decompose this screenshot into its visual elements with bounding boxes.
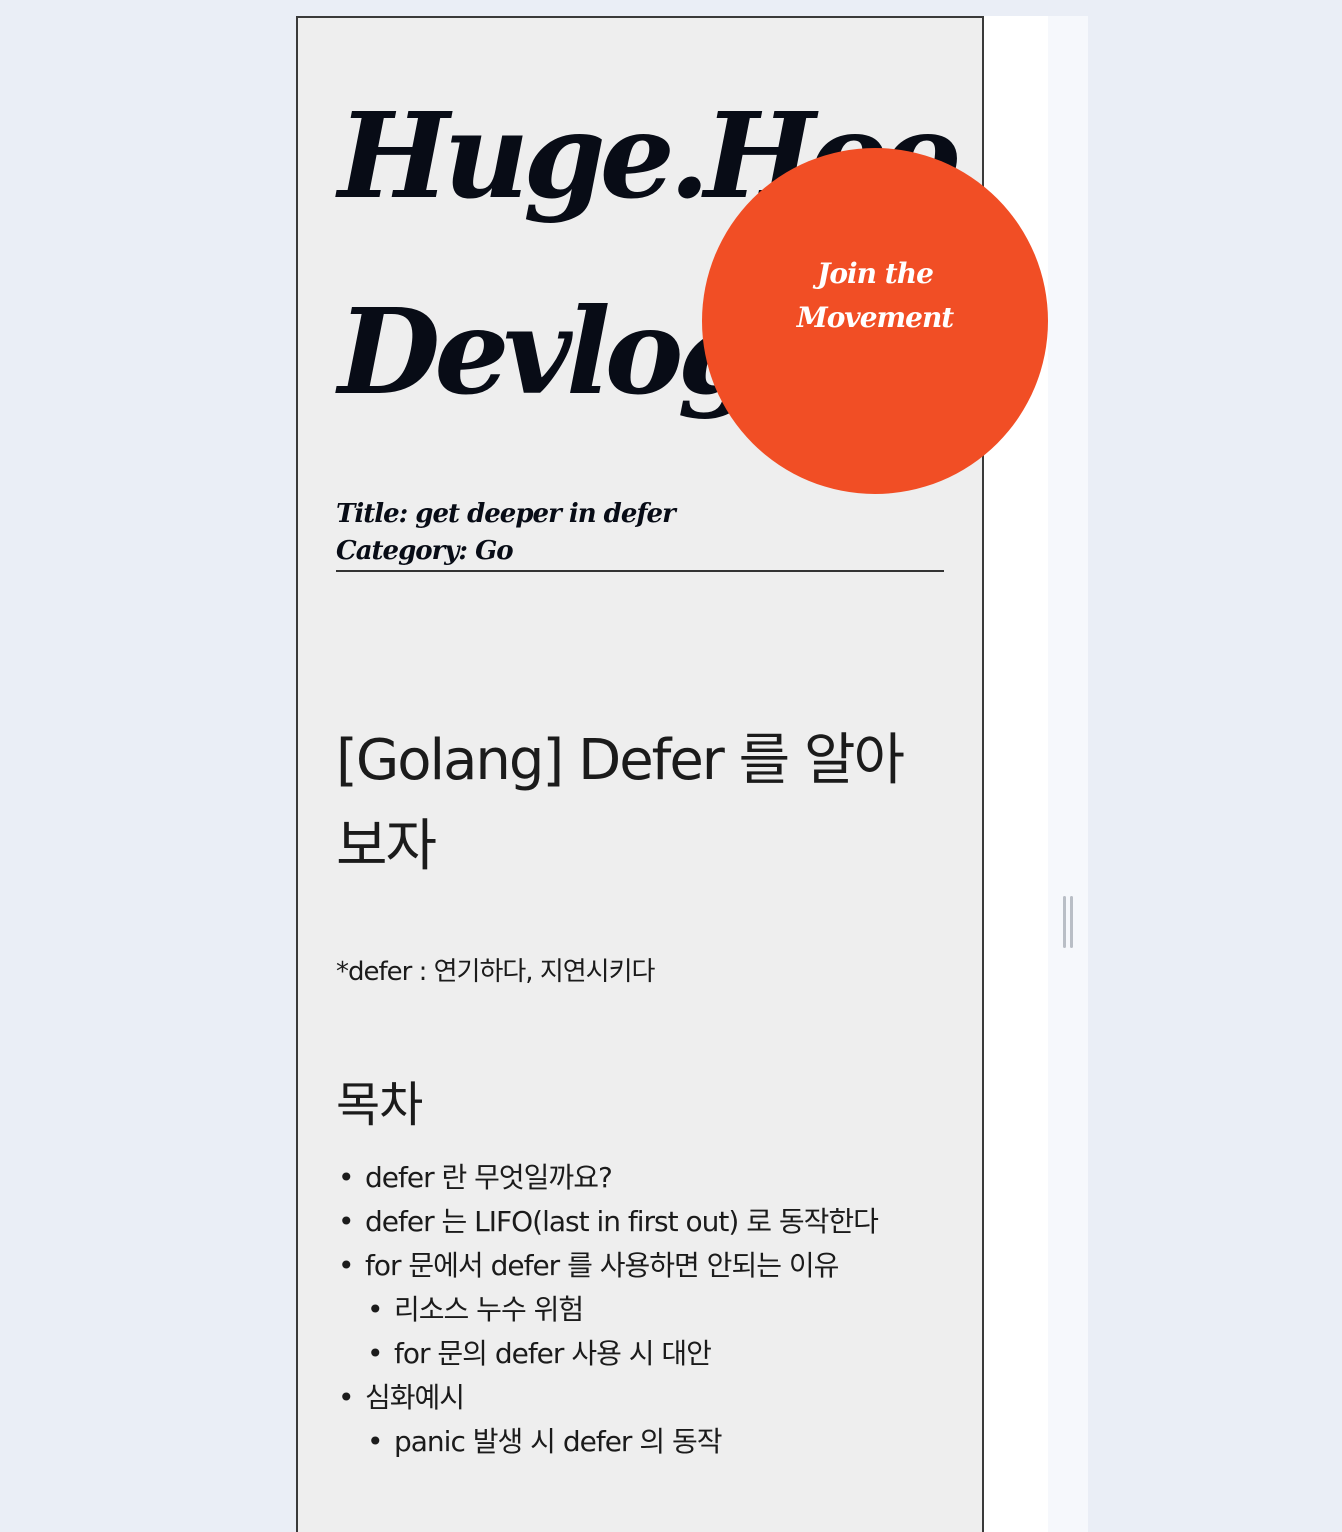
article-heading: [Golang] Defer 를 알아보자 bbox=[336, 728, 905, 879]
table-of-contents: defer 란 무엇일까요? defer 는 LIFO(last in firs… bbox=[336, 1156, 946, 1464]
browser-viewport: Huge.Hoo Devlog Title: get deeper in def… bbox=[0, 0, 1342, 1532]
toc-subitem[interactable]: panic 발생 시 defer 의 동작 bbox=[365, 1420, 946, 1464]
toc-item[interactable]: 심화예시 bbox=[336, 1376, 946, 1420]
join-movement-button[interactable]: Join the Movement bbox=[702, 148, 1048, 494]
post-title: Title: get deeper in defer bbox=[336, 499, 676, 529]
post-meta: Title: get deeper in defer Category: Go bbox=[336, 496, 944, 572]
toc-item[interactable]: defer 란 무엇일까요? bbox=[336, 1156, 946, 1200]
side-panel bbox=[1048, 16, 1088, 1532]
resize-handle[interactable] bbox=[1062, 896, 1074, 948]
post-category: Category: Go bbox=[336, 536, 514, 566]
toc-heading: 목차 bbox=[336, 1077, 423, 1133]
join-movement-label: Join the Movement bbox=[796, 257, 955, 334]
toc-subitem[interactable]: for 문의 defer 사용 시 대안 bbox=[365, 1332, 946, 1376]
toc-item[interactable]: defer 는 LIFO(last in first out) 로 동작한다 bbox=[336, 1200, 946, 1244]
article-body: [Golang] Defer 를 알아보자 *defer : 연기하다, 지연시… bbox=[336, 718, 946, 1464]
article-definition: *defer : 연기하다, 지연시키다 bbox=[336, 957, 655, 987]
resize-grip-icon bbox=[1070, 896, 1073, 948]
resize-grip-icon bbox=[1063, 896, 1066, 948]
toc-subitem[interactable]: 리소스 누수 위험 bbox=[365, 1288, 946, 1332]
toc-item[interactable]: for 문에서 defer 를 사용하면 안되는 이유 bbox=[336, 1244, 946, 1288]
